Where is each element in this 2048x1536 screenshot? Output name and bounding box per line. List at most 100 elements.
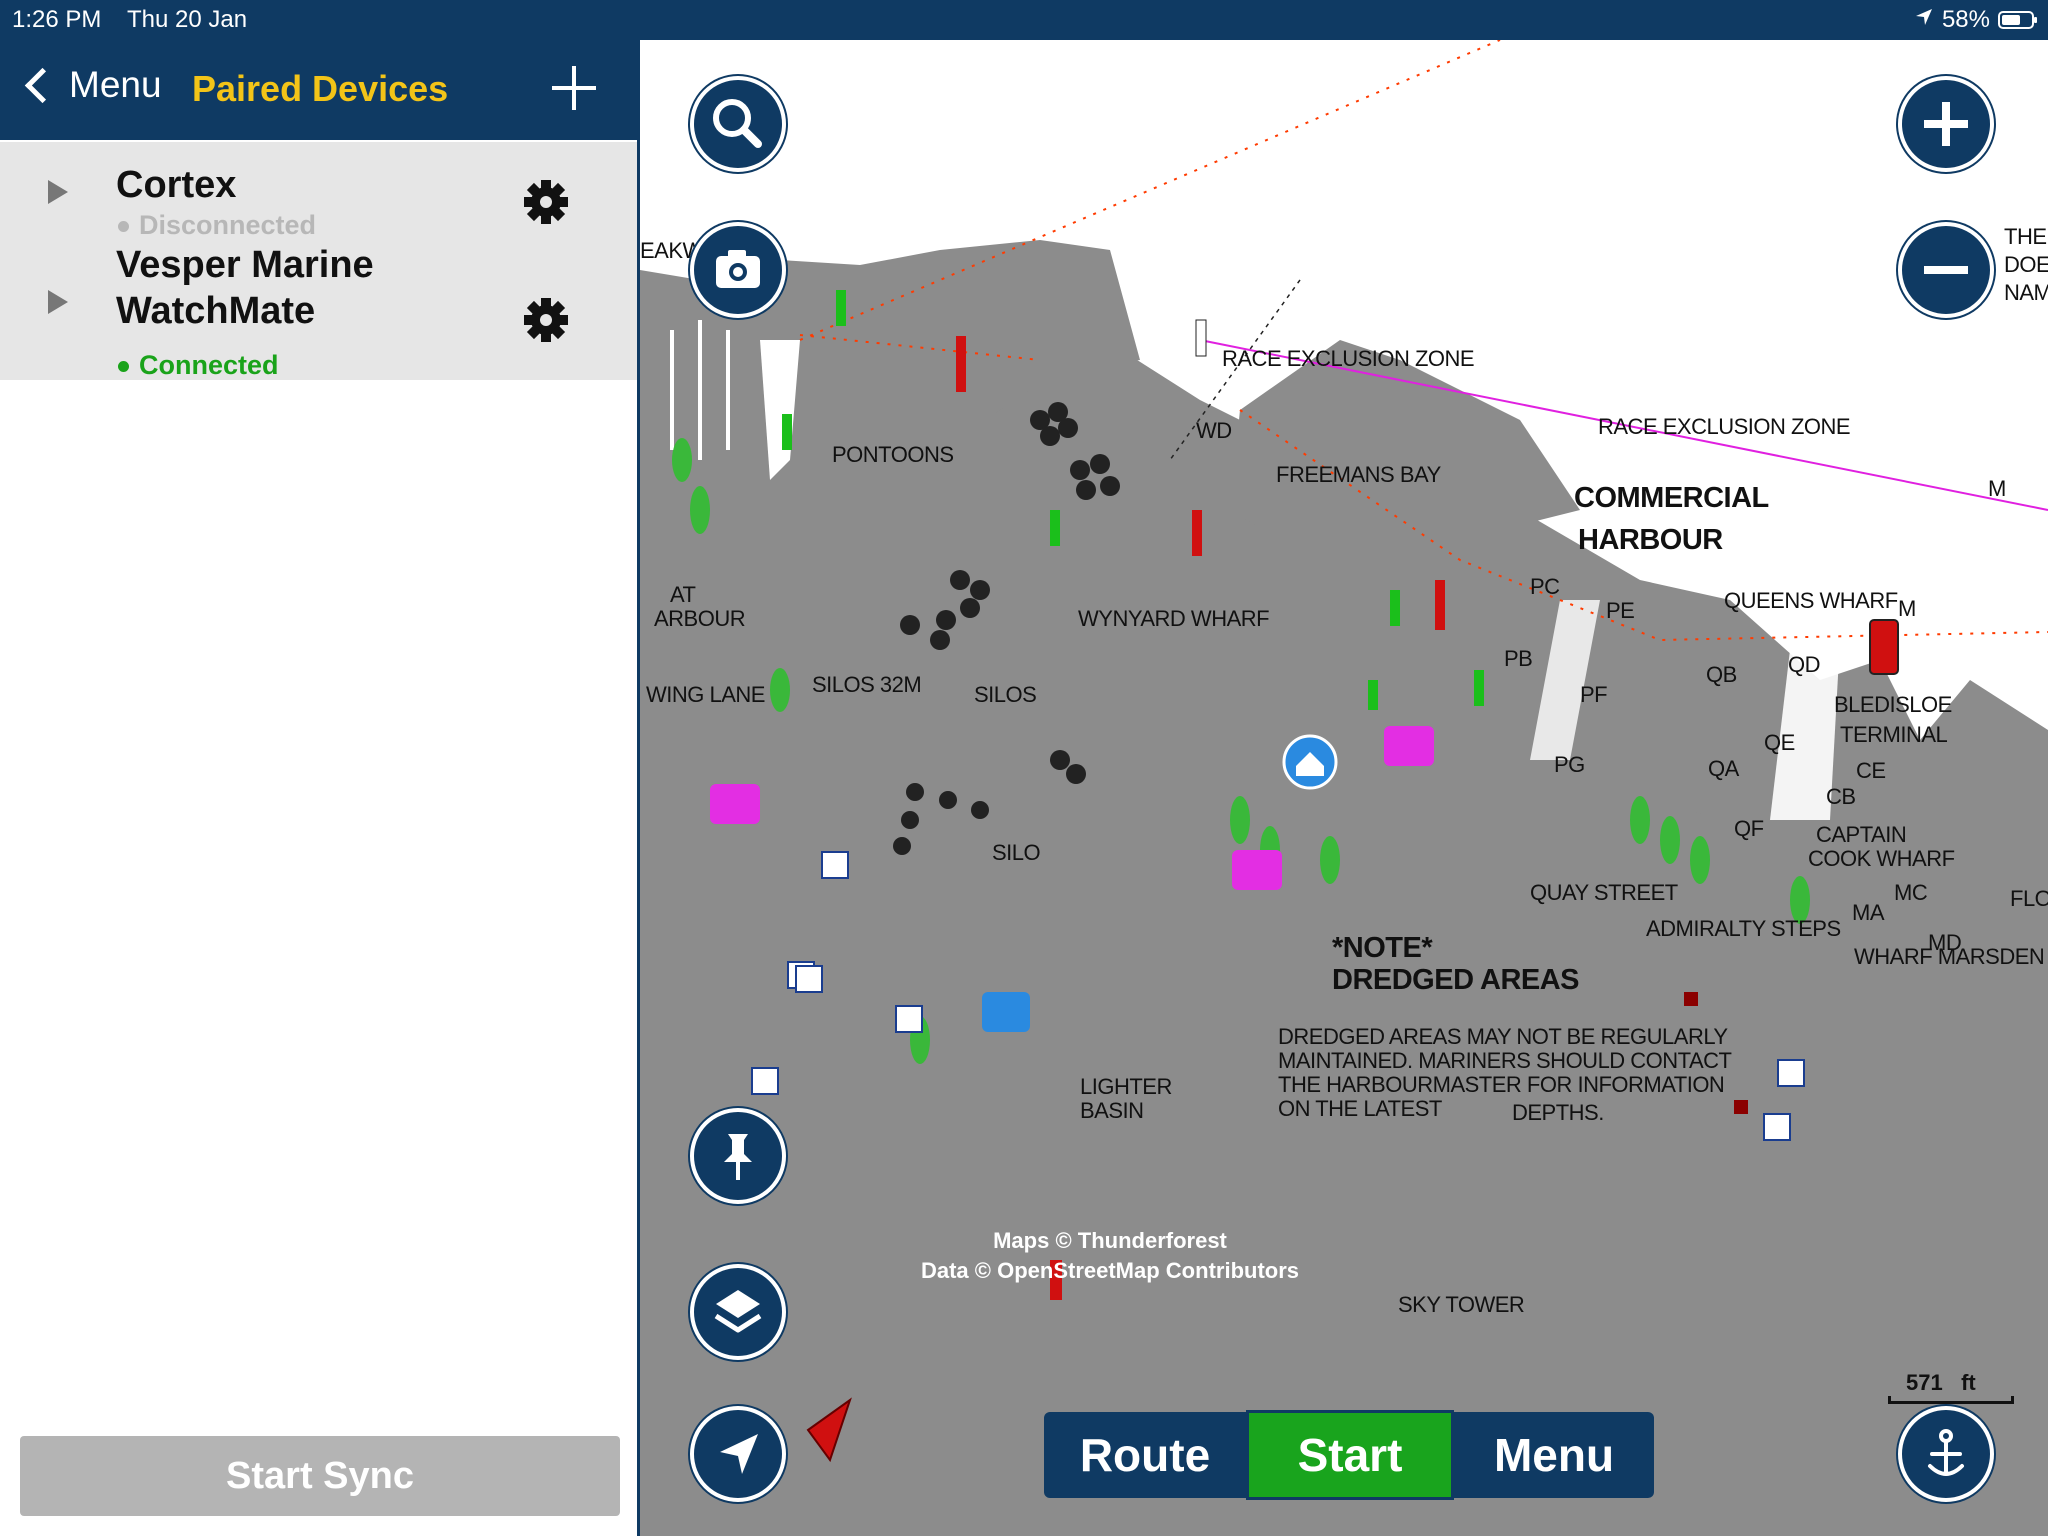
scale-unit: ft (1961, 1370, 1976, 1395)
map-label: AT (670, 582, 696, 607)
search-icon (713, 99, 762, 148)
status-right: 58% (1914, 6, 2037, 34)
anchor-watch-button[interactable] (1898, 1406, 1994, 1502)
minus-icon (1924, 266, 1968, 274)
map-label: BASIN (1080, 1098, 1144, 1123)
route-button[interactable]: Route (1044, 1412, 1246, 1498)
scale-bar (1888, 1396, 2014, 1404)
map-label: QA (1708, 756, 1739, 781)
disclosure-triangle-icon[interactable] (48, 180, 68, 204)
map-label: ARBOUR (654, 606, 746, 631)
disclosure-triangle-icon[interactable] (48, 290, 68, 314)
map-label: QF (1734, 816, 1764, 841)
navigation-arrow-icon (720, 1434, 758, 1474)
map-label: ADMIRALTY STEPS (1646, 916, 1841, 941)
add-device-button[interactable] (548, 62, 600, 114)
scale-text: 571 ft (1906, 1370, 1976, 1396)
nautical-chart-map[interactable]: RACE EXCLUSION ZONE RACE EXCLUSION ZONE … (640, 40, 2048, 1536)
device-row-cortex[interactable]: Cortex Disconnected (0, 142, 637, 242)
anchor-watch-icon (1928, 1429, 1964, 1476)
map-label: QE (1764, 730, 1795, 755)
map-label: MC (1894, 880, 1928, 905)
map-label: SKY TOWER (1398, 1292, 1525, 1317)
gear-icon[interactable] (520, 176, 572, 228)
start-button[interactable]: Start (1246, 1410, 1454, 1500)
map-label: SILO (992, 840, 1041, 865)
bottom-action-bar: Route Start Menu (1044, 1410, 1654, 1500)
status-dot (118, 361, 129, 373)
map-label: THE HARBOURMASTER FOR INFORMATION (1278, 1072, 1725, 1097)
map-label: LIGHTER (1080, 1074, 1172, 1099)
location-arrow-icon (1914, 6, 1934, 34)
start-sync-button[interactable]: Start Sync (20, 1436, 620, 1516)
search-button[interactable] (690, 76, 786, 172)
map-label: MD (1928, 930, 1962, 955)
map-scale: 571 ft (1888, 1370, 2018, 1406)
device-status: Connected (118, 350, 279, 381)
map-label: PONTOONS (832, 442, 954, 467)
map-label: QD (1788, 652, 1821, 677)
layers-button[interactable] (690, 1264, 786, 1360)
map-label: CAPTAIN (1816, 822, 1907, 847)
map-label: HARBOUR (1578, 524, 1723, 556)
back-menu-button[interactable]: Menu (22, 64, 162, 106)
map-label: NAM (2004, 280, 2048, 305)
map-label: WD (1196, 418, 1232, 443)
map-label: CB (1826, 784, 1856, 809)
back-menu-label: Menu (69, 64, 162, 105)
map-label: FLO (2010, 886, 2048, 911)
map-label: *NOTE* (1332, 932, 1433, 964)
map-label: FREEMANS BAY (1276, 462, 1441, 487)
map-label: QUAY STREET (1530, 880, 1678, 905)
map-attribution: Maps © Thunderforest Data © OpenStreetMa… (800, 1228, 1420, 1284)
device-status-text: Disconnected (139, 210, 317, 240)
map-label: RACE EXCLUSION ZONE (1598, 414, 1851, 439)
map-label: TERMINAL (1840, 722, 1948, 747)
map-label: QUEENS WHARF (1724, 588, 1898, 613)
camera-icon (716, 250, 760, 288)
zoom-out-button[interactable] (1898, 222, 1994, 318)
battery-percent: 58% (1941, 6, 1990, 33)
device-status: Disconnected (118, 210, 316, 241)
locate-button[interactable] (690, 1406, 786, 1502)
device-status-text: Connected (139, 350, 279, 380)
map-label: DREDGED AREAS (1332, 964, 1580, 996)
map-label: QB (1706, 662, 1737, 687)
gear-icon[interactable] (520, 294, 572, 346)
attribution-line: Maps © Thunderforest (993, 1228, 1227, 1253)
map-label: PC (1530, 574, 1560, 599)
zoom-in-button[interactable] (1898, 76, 1994, 172)
map-label: PB (1504, 646, 1533, 671)
status-time: 1:26 PM (12, 6, 102, 33)
map-label: COMMERCIAL (1574, 482, 1769, 514)
map-label: MA (1852, 900, 1885, 925)
scale-value: 571 (1906, 1370, 1943, 1395)
status-date: Thu 20 Jan (127, 6, 248, 33)
plus-icon (1924, 102, 1968, 146)
paired-devices-panel: Menu Paired Devices Cortex Disconnected (0, 40, 640, 1536)
pin-button[interactable] (690, 1108, 786, 1204)
map-label: SILOS (974, 682, 1037, 707)
map-label: RACE EXCLUSION ZONE (1222, 346, 1475, 371)
device-row-watchmate[interactable]: Vesper Marine WatchMate Connected (0, 242, 637, 380)
map-label: PF (1580, 682, 1608, 707)
device-name: Cortex (116, 164, 237, 206)
device-name: Vesper Marine WatchMate (116, 244, 374, 332)
map-label: BLEDISLOE (1834, 692, 1952, 717)
panel-title: Paired Devices (192, 68, 449, 109)
map-label: THE (2004, 224, 2047, 249)
map-label: M (1988, 476, 2006, 501)
map-label: PG (1554, 752, 1585, 777)
attribution-line: Data © OpenStreetMap Contributors (920, 1258, 1300, 1283)
device-list: Cortex Disconnected Vesper Marine WatchM… (0, 142, 637, 380)
map-label: MAINTAINED. MARINERS SHOULD CONTACT (1278, 1048, 1732, 1073)
pushpin-icon (724, 1134, 752, 1180)
map-label: M (1898, 596, 1916, 621)
map-label: WYNYARD WHARF (1078, 606, 1270, 631)
map-label: WING LANE (646, 682, 765, 707)
menu-button[interactable]: Menu (1454, 1412, 1654, 1498)
battery-icon (1998, 11, 2037, 29)
status-bar: 1:26 PM Thu 20 Jan 58% (0, 0, 2048, 40)
map-label: COOK WHARF (1808, 846, 1955, 871)
camera-button[interactable] (690, 222, 786, 318)
